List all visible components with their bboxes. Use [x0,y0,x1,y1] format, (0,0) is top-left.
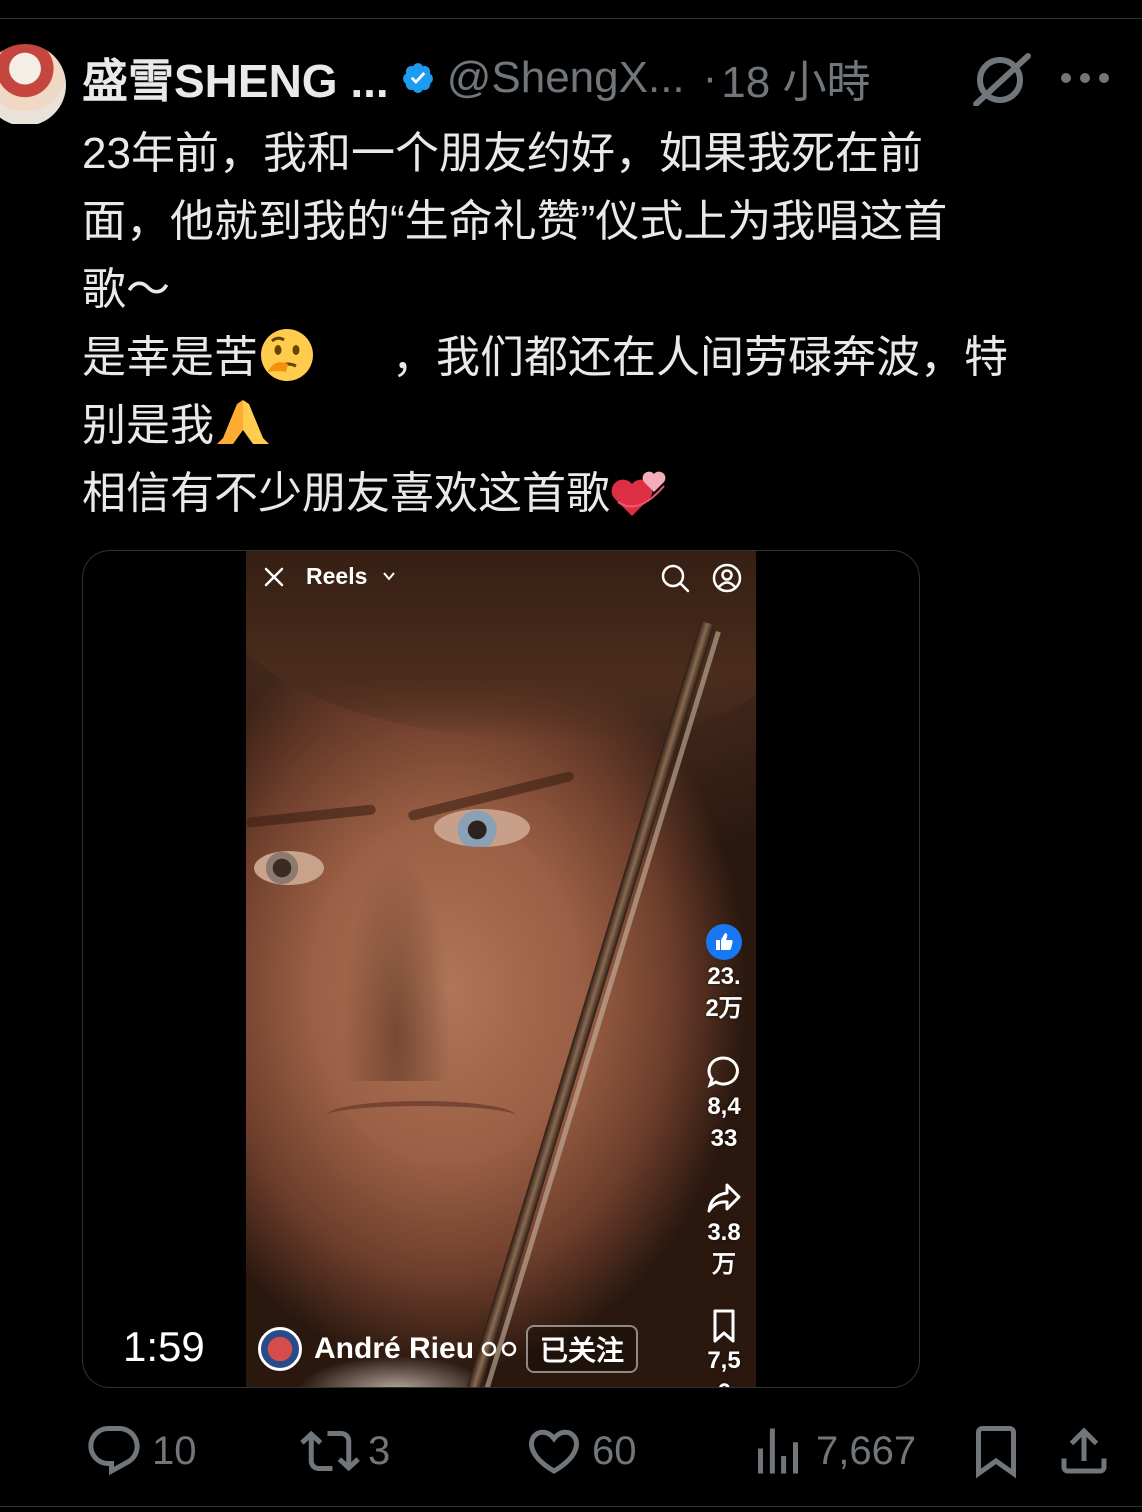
bookmark-icon [976,1426,1016,1479]
reel-video-frame[interactable]: Reels 23.2万 8,433 3.8万 7,5 André Rieu 已关… [246,551,756,1387]
like-count: 60 [592,1428,637,1473]
bookmark-button[interactable] [966,1416,1026,1486]
reels-title[interactable]: Reels [306,563,367,590]
reels-close-icon[interactable] [262,565,286,589]
tweet-timestamp[interactable]: 18 小時 [721,46,870,110]
thumbs-up-icon [705,923,743,961]
tweet-text-line: ，我们都还在人间劳碌奔波，特 [392,333,1008,382]
reel-comment-action[interactable]: 8,433 [694,1053,754,1155]
author-display-name[interactable]: 盛雪SHENG ... [82,45,389,111]
reply-button[interactable]: 10 [84,1416,197,1486]
reel-share-action[interactable]: 3.8万 [694,1179,754,1281]
tweet-text-line: 别是我 [82,392,1122,460]
repost-count: 3 [368,1428,391,1473]
verified-badge-icon [480,1340,520,1358]
author-handle[interactable]: @ShengX... [447,53,685,103]
views-button[interactable]: 7,667 [748,1416,916,1486]
reel-comment-count: 8,433 [707,1093,741,1152]
profile-icon[interactable] [712,563,742,593]
author-avatar[interactable] [0,44,66,124]
folded-hands-emoji-icon [214,394,272,452]
video-duration: 1:59 [123,1323,205,1370]
tweet-text: 23年前，我和一个朋友约好，如果我死在前 面，他就到我的“生命礼赞”仪式上为我唱… [82,120,1122,528]
tweet-text-line: 歌～ [82,265,170,314]
search-icon[interactable] [660,563,690,593]
reel-save-count: 7,56 [707,1347,741,1387]
repost-button[interactable]: 3 [300,1416,390,1486]
header-separator: · [702,53,718,102]
reel-like-action[interactable]: 23.2万 [694,923,754,1025]
following-button[interactable]: 已关注 [526,1325,639,1373]
repost-icon [300,1430,360,1472]
tweet-text-segment: 别是我 [82,401,214,450]
two-hearts-emoji-icon [610,462,668,520]
chevron-down-icon[interactable] [382,569,396,583]
reel-author-row: André Rieu 已关注 [258,1325,639,1373]
more-options-icon[interactable] [1058,58,1112,98]
verified-badge-icon [401,61,435,95]
reply-icon [88,1426,140,1476]
tweet-text-line: 相信有不少朋友喜欢这首歌 [82,460,1122,528]
view-count: 7,667 [816,1428,917,1473]
share-button[interactable] [1054,1416,1114,1486]
share-arrow-icon [705,1179,743,1217]
top-divider [0,18,1142,19]
tweet-text-line: 面，他就到我的“生命礼赞”仪式上为我唱这首 [82,197,948,246]
reel-save-action[interactable]: 7,56 [694,1307,754,1387]
reel-author-name[interactable]: André Rieu [314,1332,474,1366]
like-button[interactable]: 60 [524,1416,637,1486]
grok-icon[interactable] [970,52,1034,107]
reel-like-count: 23.2万 [705,963,743,1022]
video-media-card[interactable]: Reels 23.2万 8,433 3.8万 7,5 André Rieu 已关… [82,550,920,1388]
tweet-text-line: 23年前，我和一个朋友约好，如果我死在前 [82,129,923,178]
reply-count: 10 [152,1428,197,1473]
heart-icon [528,1429,580,1474]
reel-share-count: 3.8万 [707,1219,741,1278]
tweet-actions-bar: 10 3 60 7,667 [0,1416,1142,1486]
share-upload-icon [1061,1427,1107,1474]
bottom-divider [0,1506,1142,1507]
bookmark-icon [705,1307,743,1345]
tweet-text-segment: 相信有不少朋友喜欢这首歌 [82,469,610,518]
thinking-face-emoji-icon [258,326,316,384]
analytics-bar-icon [758,1428,798,1474]
reel-author-avatar[interactable] [258,1327,302,1371]
tweet-text-segment: 是幸是苦 [82,333,258,382]
comment-bubble-icon [705,1053,743,1091]
